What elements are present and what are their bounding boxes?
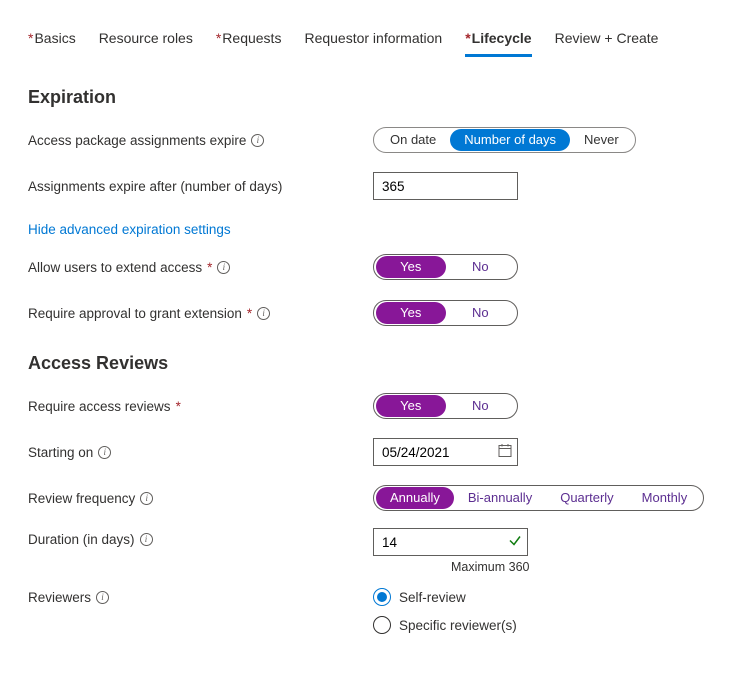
label-starting-on: Starting on: [28, 445, 93, 460]
pill-approval-ext-yes[interactable]: Yes: [376, 302, 446, 324]
pill-allow-extend-no[interactable]: No: [446, 256, 516, 278]
row-expire-after: Assignments expire after (number of days…: [28, 170, 715, 202]
label-allow-extend: Allow users to extend access: [28, 260, 202, 275]
pill-expire-on-date[interactable]: On date: [376, 129, 450, 151]
tab-basics[interactable]: *Basics: [28, 30, 76, 57]
info-icon[interactable]: i: [217, 261, 230, 274]
tab-requests[interactable]: *Requests: [216, 30, 282, 57]
radio-specific-reviewers[interactable]: Specific reviewer(s): [373, 616, 517, 634]
pill-group-frequency: Annually Bi-annually Quarterly Monthly: [373, 485, 704, 511]
row-review-frequency: Review frequency i Annually Bi-annually …: [28, 482, 715, 514]
pill-group-allow-extend: Yes No: [373, 254, 518, 280]
row-expire-mode: Access package assignments expire i On d…: [28, 124, 715, 156]
radio-icon: [373, 588, 391, 606]
label-reviewers: Reviewers: [28, 590, 91, 605]
helper-duration-max: Maximum 360: [451, 560, 530, 574]
radio-label: Self-review: [399, 590, 466, 605]
pill-freq-biannually[interactable]: Bi-annually: [454, 487, 546, 509]
pill-freq-annually[interactable]: Annually: [376, 487, 454, 509]
pill-group-require-reviews: Yes No: [373, 393, 518, 419]
input-duration-days[interactable]: [373, 528, 528, 556]
row-reviewers: Reviewers i Self-review Specific reviewe…: [28, 588, 715, 634]
check-icon: [508, 534, 522, 551]
required-asterisk: *: [207, 260, 212, 275]
row-require-reviews: Require access reviews * Yes No: [28, 390, 715, 422]
pill-freq-monthly[interactable]: Monthly: [628, 487, 702, 509]
tab-lifecycle[interactable]: *Lifecycle: [465, 30, 531, 57]
required-asterisk: *: [176, 399, 181, 414]
row-duration: Duration (in days) i Maximum 360: [28, 528, 715, 574]
label-expire-after: Assignments expire after (number of days…: [28, 179, 282, 194]
tab-resource-roles[interactable]: Resource roles: [99, 30, 193, 57]
pill-expire-never[interactable]: Never: [570, 129, 633, 151]
label-require-approval-ext: Require approval to grant extension: [28, 306, 242, 321]
info-icon[interactable]: i: [96, 591, 109, 604]
input-expire-after-days[interactable]: [373, 172, 518, 200]
row-require-approval-ext: Require approval to grant extension * i …: [28, 297, 715, 329]
link-toggle-advanced[interactable]: Hide advanced expiration settings: [28, 222, 231, 237]
tab-requestor-info[interactable]: Requestor information: [304, 30, 442, 57]
radio-icon: [373, 616, 391, 634]
info-icon[interactable]: i: [140, 492, 153, 505]
radio-group-reviewers: Self-review Specific reviewer(s): [373, 588, 517, 634]
row-starting-on: Starting on i: [28, 436, 715, 468]
radio-label: Specific reviewer(s): [399, 618, 517, 633]
input-starting-on[interactable]: [373, 438, 518, 466]
info-icon[interactable]: i: [140, 533, 153, 546]
info-icon[interactable]: i: [98, 446, 111, 459]
tab-review-create[interactable]: Review + Create: [555, 30, 659, 57]
label-duration: Duration (in days): [28, 532, 135, 547]
pill-allow-extend-yes[interactable]: Yes: [376, 256, 446, 278]
pill-freq-quarterly[interactable]: Quarterly: [546, 487, 627, 509]
pill-group-expire-mode: On date Number of days Never: [373, 127, 636, 153]
wizard-tabs: *Basics Resource roles *Requests Request…: [28, 30, 715, 59]
info-icon[interactable]: i: [251, 134, 264, 147]
section-heading-reviews: Access Reviews: [28, 353, 715, 374]
pill-reviews-yes[interactable]: Yes: [376, 395, 446, 417]
label-review-frequency: Review frequency: [28, 491, 135, 506]
info-icon[interactable]: i: [257, 307, 270, 320]
row-allow-extend: Allow users to extend access * i Yes No: [28, 251, 715, 283]
pill-group-require-approval-ext: Yes No: [373, 300, 518, 326]
pill-reviews-no[interactable]: No: [446, 395, 516, 417]
radio-self-review[interactable]: Self-review: [373, 588, 517, 606]
label-require-reviews: Require access reviews: [28, 399, 171, 414]
label-expire-mode: Access package assignments expire: [28, 133, 246, 148]
pill-approval-ext-no[interactable]: No: [446, 302, 516, 324]
required-asterisk: *: [247, 306, 252, 321]
pill-expire-num-days[interactable]: Number of days: [450, 129, 570, 151]
section-heading-expiration: Expiration: [28, 87, 715, 108]
